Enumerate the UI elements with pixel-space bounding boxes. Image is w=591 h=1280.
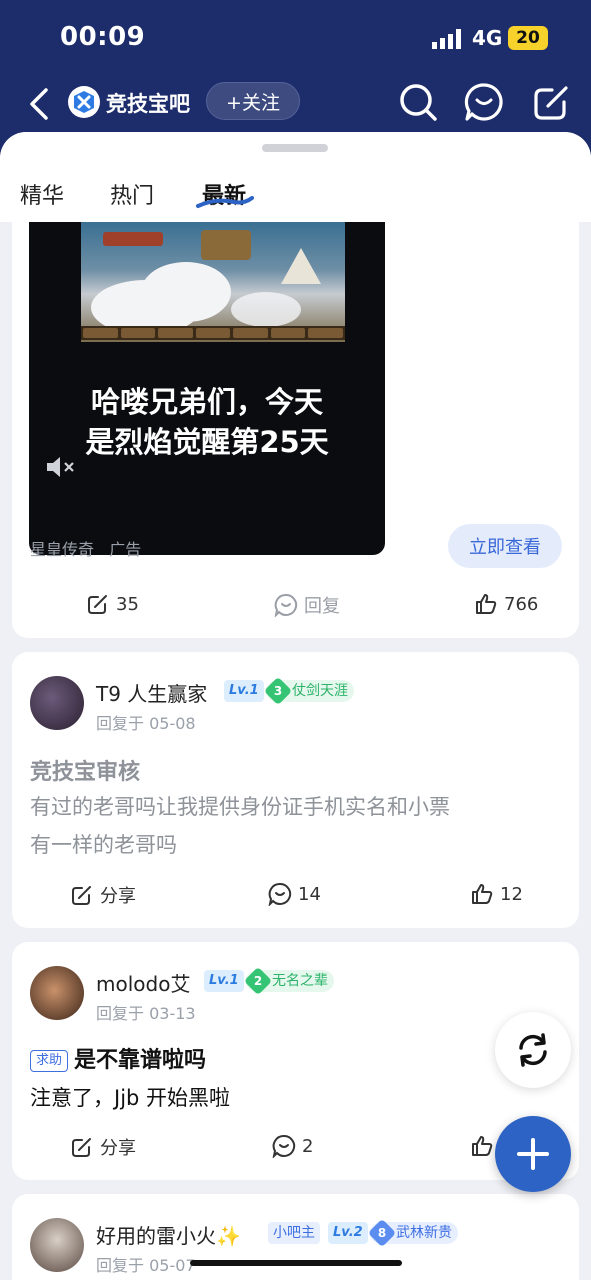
comment-icon [272,1134,296,1158]
follow-button[interactable]: +关注 [206,82,300,120]
battery-indicator: 20 [508,26,548,50]
avatar[interactable] [30,1218,84,1272]
title-name: 仗剑天涯 [292,683,348,699]
level-badge: Lv.1 [224,680,264,702]
comment-count: 14 [298,883,321,905]
caption-line-2: 是烈焰觉醒第25天 [85,425,329,459]
message-icon[interactable] [464,82,504,122]
like-count: 766 [504,593,539,615]
title-level: 3 [273,684,283,698]
search-icon[interactable] [398,82,438,122]
video-caption: 哈喽兄弟们，今天 是烈焰觉醒第25天 [29,382,385,462]
like-count: 12 [500,883,523,905]
thumbs-up-icon [472,1136,493,1156]
thumbs-up-icon [476,594,497,614]
post-title[interactable]: 竞技宝审核 [30,754,140,786]
refresh-icon [519,1033,547,1067]
like-action[interactable] [470,1134,494,1158]
post-body-line-2: 有一样的老哥吗 [30,833,177,857]
ad-video[interactable]: 哈喽兄弟们，今天 是烈焰觉醒第25天 [29,222,385,555]
avatar[interactable] [30,966,84,1020]
share-icon [72,886,91,905]
ad-cta-button[interactable]: 立即查看 [448,524,562,568]
post-card[interactable]: molodo艾 Lv.1 2 无名之辈 回复于 03-13 求助 是不靠谱啦吗 注… [12,942,579,1180]
status-time: 00:09 [60,22,146,52]
status-bar: 00:09 4G 20 [0,0,591,76]
avatar[interactable] [30,676,84,730]
forum-logo-icon[interactable] [68,86,100,118]
forum-name[interactable]: 竞技宝吧 [106,88,190,118]
moderator-badge: 小吧主 [268,1222,320,1244]
like-action[interactable]: 766 [474,592,538,616]
title-badge: 3 仗剑天涯 [263,676,354,706]
caption-line-1: 哈喽兄弟们，今天 [90,385,323,419]
ad-label: 广告 [109,540,142,559]
post-title-line[interactable]: 求助 是不靠谱啦吗 [30,1042,206,1074]
comment-icon [274,593,298,617]
back-arrow-icon[interactable] [22,84,58,124]
ad-card[interactable]: 哈喽兄弟们，今天 是烈焰觉醒第25天 星皇传奇 广告 立即查看 35 回复 76… [12,172,579,638]
drag-handle[interactable] [262,144,328,152]
comment-action[interactable]: 2 [272,1134,313,1158]
help-tag: 求助 [30,1050,69,1072]
tab-featured[interactable]: 精华 [20,178,64,210]
level-badge: Lv.2 [328,1222,368,1244]
feed-sheet: 精华 热门 最新 哈喽兄弟们，今天 是烈焰觉醒第25天 星皇传奇 广告 立即查看… [0,132,591,1280]
share-count: 35 [116,593,139,615]
username[interactable]: 好用的雷小火✨ [96,1220,241,1249]
level-badge: Lv.1 [204,970,244,992]
title-badge: 8 武林新贵 [367,1218,458,1248]
post-card[interactable]: 好用的雷小火✨ 小吧主 Lv.2 8 武林新贵 回复于 05-07 [12,1194,579,1280]
post-time: 回复于 05-07 [96,1256,196,1275]
share-label: 分享 [100,886,136,907]
game-scene-image [81,222,345,342]
share-action[interactable]: 分享 [70,1134,136,1160]
title-name: 无名之辈 [272,973,328,989]
post-card[interactable]: T9 人生赢家 Lv.1 3 仗剑天涯 回复于 05-08 竞技宝审核 有过的老… [12,652,579,928]
share-action[interactable]: 分享 [70,882,136,908]
thumbs-up-icon [472,884,493,904]
refresh-button[interactable] [495,1012,571,1088]
plus-icon [517,1138,549,1170]
post-time: 回复于 05-08 [96,714,196,733]
comment-action[interactable]: 14 [268,882,321,906]
reply-label: 回复 [304,596,340,617]
title-level: 8 [377,1226,387,1240]
post-title: 是不靠谱啦吗 [74,1048,207,1073]
title-level: 2 [253,974,263,988]
home-indicator[interactable] [190,1260,402,1266]
reply-action[interactable]: 回复 [274,592,340,618]
post-time: 回复于 03-13 [96,1004,196,1023]
share-label: 分享 [100,1138,136,1159]
share-icon [72,1138,91,1157]
like-action[interactable]: 12 [470,882,523,906]
comment-count: 2 [302,1135,314,1157]
tab-hot[interactable]: 热门 [110,178,154,210]
new-post-button[interactable] [495,1116,571,1192]
ad-advertiser: 星皇传奇 [30,540,95,559]
active-tab-indicator [196,196,254,208]
network-type: 4G [472,26,503,50]
title-badge: 2 无名之辈 [243,966,334,996]
username[interactable]: T9 人生赢家 [96,678,207,707]
share-icon [88,595,107,614]
mute-icon[interactable] [45,454,79,480]
title-name: 武林新贵 [396,1225,452,1241]
tab-bar: 精华 热门 最新 [0,132,591,222]
post-body[interactable]: 有过的老哥吗让我提供身份证手机实名和小票 有一样的老哥吗 [30,788,550,864]
game-button-row [81,326,345,340]
comment-icon [268,882,292,906]
ad-source: 星皇传奇 广告 [30,536,141,560]
compose-icon[interactable] [532,82,572,122]
post-body-line-1: 有过的老哥吗让我提供身份证手机实名和小票 [30,795,450,819]
username[interactable]: molodo艾 [96,968,190,997]
post-body[interactable]: 注意了，Jjb 开始黑啦 [30,1082,230,1112]
share-action[interactable]: 35 [86,592,139,616]
top-nav: 竞技宝吧 +关注 [0,76,591,132]
signal-icon [432,29,461,49]
